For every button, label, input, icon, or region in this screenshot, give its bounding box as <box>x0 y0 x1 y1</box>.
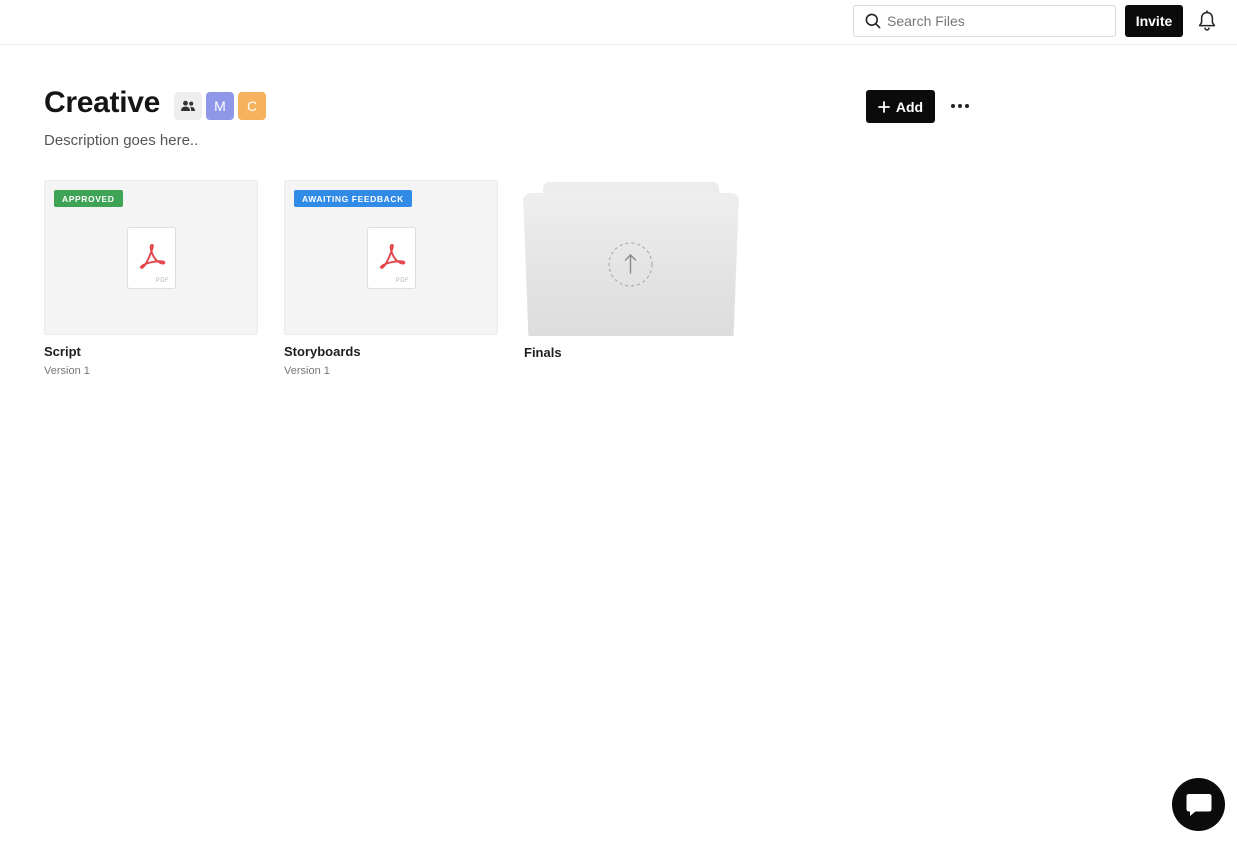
avatar[interactable]: C <box>238 92 266 120</box>
file-card[interactable]: APPROVED PDF Script Version 1 <box>44 180 258 377</box>
page-title: Creative <box>44 86 161 119</box>
file-card[interactable]: AWAITING FEEDBACK PDF Storyboards Versio… <box>284 180 498 377</box>
chat-icon <box>1186 793 1211 816</box>
avatar[interactable]: M <box>206 92 234 120</box>
file-name[interactable]: Storyboards <box>284 344 498 359</box>
top-bar: Invite <box>0 0 1237 45</box>
search-icon <box>865 13 881 29</box>
folder-card[interactable]: Finals <box>523 180 739 360</box>
file-version: Version 1 <box>44 365 90 377</box>
search-input[interactable] <box>887 13 1107 29</box>
chat-button[interactable] <box>1172 778 1225 831</box>
file-type-label: PDF <box>155 278 169 284</box>
more-icon[interactable] <box>948 96 972 116</box>
upload-icon[interactable] <box>608 242 653 287</box>
plus-icon <box>877 100 890 113</box>
folder-name[interactable]: Finals <box>524 345 739 360</box>
file-type-label: PDF <box>395 278 409 284</box>
file-thumbnail[interactable]: AWAITING FEEDBACK PDF <box>284 180 498 335</box>
status-badge: AWAITING FEEDBACK <box>294 190 412 207</box>
member-list: M C <box>174 92 266 120</box>
search-box[interactable] <box>853 5 1116 37</box>
file-thumbnail[interactable]: APPROVED PDF <box>44 180 258 335</box>
status-badge: APPROVED <box>54 190 123 207</box>
project-description[interactable]: Description goes here.. <box>44 132 198 149</box>
bell-icon[interactable] <box>1197 10 1217 32</box>
add-button[interactable]: Add <box>866 90 935 123</box>
people-icon <box>181 100 195 111</box>
members-button[interactable] <box>174 92 202 120</box>
folder-thumbnail[interactable] <box>523 180 739 336</box>
pdf-icon: PDF <box>127 227 176 289</box>
invite-button[interactable]: Invite <box>1125 5 1183 37</box>
pdf-icon: PDF <box>367 227 416 289</box>
file-name[interactable]: Script <box>44 344 258 359</box>
file-version: Version 1 <box>284 365 330 377</box>
add-button-label: Add <box>895 98 924 115</box>
